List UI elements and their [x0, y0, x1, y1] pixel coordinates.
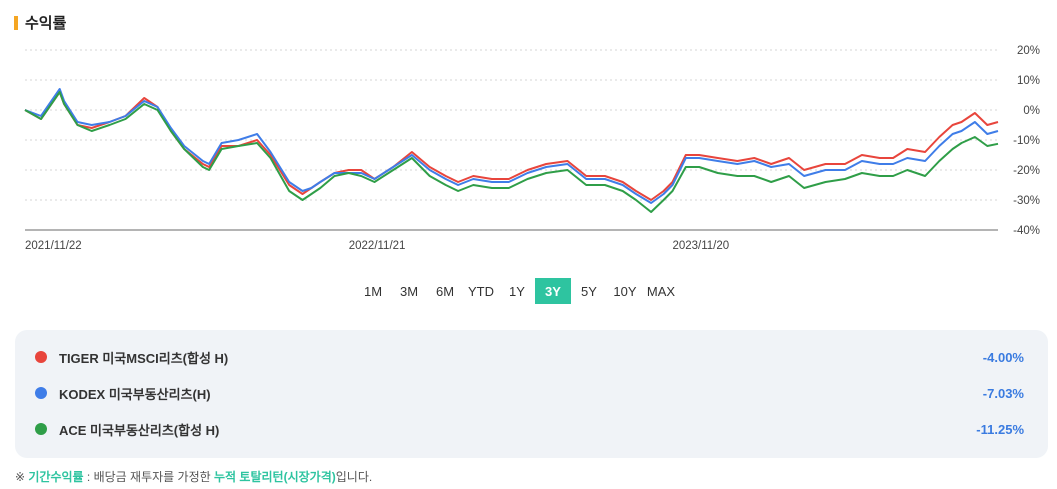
- legend-item: ACE 미국부동산리츠(합성 H) -11.25%: [35, 418, 1024, 440]
- footnote-suffix: 입니다.: [335, 470, 373, 484]
- legend-name: TIGER 미국MSCI리츠(합성 H): [59, 350, 229, 366]
- legend-panel: TIGER 미국MSCI리츠(합성 H) -4.00% KODEX 미국부동산리…: [15, 330, 1048, 458]
- section-title: 수익률: [25, 15, 67, 32]
- legend-value: -11.25%: [976, 421, 1024, 437]
- legend-name: ACE 미국부동산리츠(합성 H): [59, 422, 220, 438]
- footnote-highlight-total-return: 누적 토탈리턴(시장가격): [214, 470, 336, 484]
- returns-line-chart: 20% 10% 0% -10% -20% -30% -40% 2021/11/22 2022/…: [24, 45, 1040, 252]
- chart-grid: [25, 49, 998, 231]
- range-button-6m[interactable]: 6M: [427, 278, 463, 304]
- y-tick-label: -30%: [1013, 195, 1040, 207]
- range-button-max[interactable]: MAX: [643, 278, 679, 304]
- y-tick-label: 10%: [1017, 75, 1040, 87]
- y-tick-label: -20%: [1013, 165, 1040, 177]
- legend-dot: [35, 423, 47, 435]
- range-button-1y[interactable]: 1Y: [499, 278, 535, 304]
- y-tick-label: 0%: [1023, 105, 1040, 117]
- range-button-3m[interactable]: 3M: [391, 278, 427, 304]
- legend-item: TIGER 미국MSCI리츠(합성 H) -4.00%: [35, 346, 1024, 368]
- footnote-prefix: ※: [15, 470, 29, 484]
- footnote: ※ 기간수익률 : 배당금 재투자를 가정한 누적 토탈리턴(시장가격)입니다.: [15, 468, 372, 485]
- footnote-highlight-period-return: 기간수익률: [28, 470, 84, 484]
- chart-series: [24, 88, 999, 213]
- y-axis-ticks: 20% 10% 0% -10% -20% -30% -40%: [1013, 45, 1040, 237]
- range-button-5y[interactable]: 5Y: [571, 278, 607, 304]
- y-tick-label: 20%: [1017, 45, 1040, 57]
- range-button-10y[interactable]: 10Y: [607, 278, 643, 304]
- x-axis-ticks: 2021/11/22 2022/11/21 2023/11/20: [25, 240, 729, 252]
- legend-item: KODEX 미국부동산리츠(H) -7.03%: [35, 382, 1024, 404]
- y-tick-label: -40%: [1013, 225, 1040, 237]
- y-tick-label: -10%: [1013, 135, 1040, 147]
- footnote-middle: : 배당금 재투자를 가정한: [83, 470, 214, 484]
- legend-name: KODEX 미국부동산리츠(H): [59, 386, 211, 402]
- section-header: 수익률: [14, 12, 66, 33]
- legend-dot: [35, 351, 47, 363]
- legend-dot: [35, 387, 47, 399]
- x-tick-label: 2021/11/22: [25, 240, 82, 252]
- legend-value: -4.00%: [982, 349, 1024, 365]
- range-button-3y[interactable]: 3Y: [535, 278, 571, 304]
- range-button-ytd[interactable]: YTD: [463, 278, 499, 304]
- title-accent-bar: [14, 15, 18, 30]
- range-button-1m[interactable]: 1M: [355, 278, 391, 304]
- range-selector: 1M 3M 6M YTD 1Y 3Y 5Y 10Y MAX: [355, 278, 679, 304]
- series-line-0: [24, 91, 999, 201]
- x-tick-label: 2023/11/20: [672, 240, 729, 252]
- legend-value: -7.03%: [982, 385, 1024, 401]
- x-tick-label: 2022/11/21: [349, 240, 406, 252]
